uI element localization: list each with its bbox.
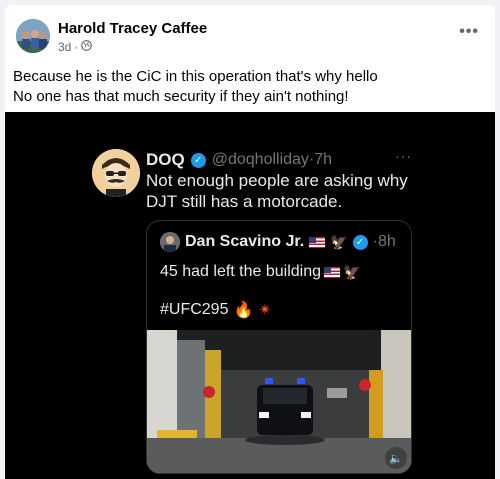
- author-avatar[interactable]: [16, 19, 50, 53]
- quoted-text-line-1: 45 had left the building 🦅: [160, 263, 361, 280]
- post-timestamp[interactable]: 3d: [58, 40, 71, 54]
- verified-badge-icon: ✓: [190, 152, 206, 168]
- caption-line-1: Because he is the CiC in this operation …: [13, 68, 378, 85]
- eagle-icon: 🦅: [343, 263, 361, 280]
- tweet-author-line: DOQ ✓ @doqholliday·7h: [146, 150, 332, 170]
- quoted-author-avatar: [160, 232, 180, 252]
- motorcade-video[interactable]: 🔈: [147, 330, 411, 473]
- us-flag-icon: [309, 236, 326, 248]
- tweet-text-line-1: Not enough people are asking why: [146, 171, 408, 190]
- caption-line-2: No one has that much security if they ai…: [13, 88, 349, 105]
- fire-icon: 🔥: [233, 302, 254, 319]
- facebook-post: Harold Tracey Caffee 3d · ••• Because he…: [5, 5, 495, 479]
- tweet-handle[interactable]: @doqholliday·7h: [212, 151, 332, 169]
- tweet-author-name[interactable]: DOQ: [146, 150, 185, 170]
- post-meta: 3d ·: [58, 40, 93, 54]
- quoted-tweet-header: Dan Scavino Jr. 🦅 ✓ ·8h: [160, 232, 396, 252]
- volume-icon[interactable]: 🔈: [385, 447, 407, 469]
- quoted-author-name[interactable]: Dan Scavino Jr.: [185, 233, 304, 251]
- spark-icon: ✴: [258, 302, 272, 319]
- quoted-text-line-2: #UFC295 🔥 ✴: [160, 300, 272, 320]
- tweet-avatar: [92, 149, 140, 197]
- globe-icon: [81, 40, 93, 54]
- quoted-time: ·8h: [372, 233, 396, 250]
- meta-separator: ·: [74, 40, 79, 54]
- author-name[interactable]: Harold Tracey Caffee: [58, 20, 207, 37]
- post-options-button[interactable]: •••: [459, 23, 479, 41]
- eagle-icon: 🦅: [330, 233, 348, 250]
- us-flag-icon: [324, 266, 341, 278]
- quoted-tweet[interactable]: Dan Scavino Jr. 🦅 ✓ ·8h 45 had left the …: [146, 220, 412, 474]
- tweet-screenshot[interactable]: DOQ ✓ @doqholliday·7h ··· Not enough peo…: [5, 112, 495, 479]
- hashtag-link[interactable]: #UFC295: [160, 301, 228, 319]
- post-caption: Because he is the CiC in this operation …: [13, 67, 378, 107]
- tweet-more-icon[interactable]: ···: [395, 148, 412, 164]
- tweet-text-line-2: DJT still has a motorcade.: [146, 192, 343, 211]
- verified-badge-icon: ✓: [352, 234, 368, 250]
- tweet-text: Not enough people are asking why DJT sti…: [146, 170, 408, 212]
